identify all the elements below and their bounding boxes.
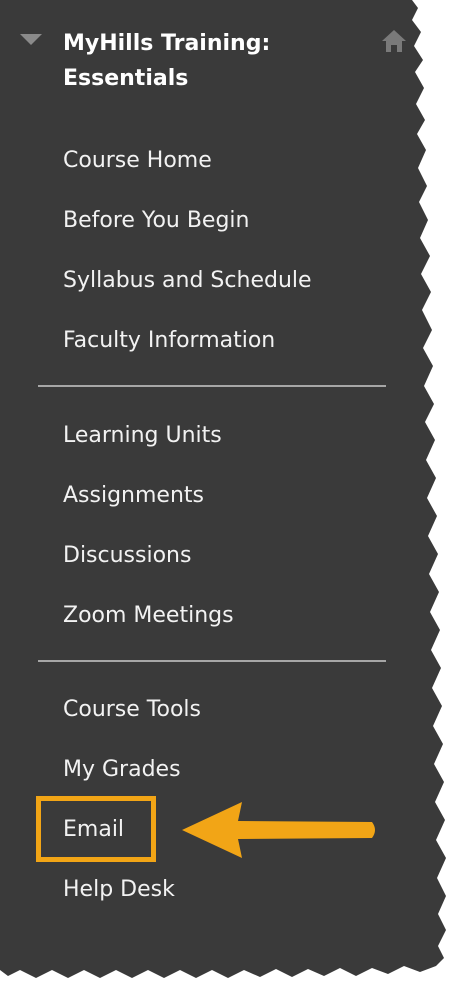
menu-item-faculty-information[interactable]: Faculty Information bbox=[63, 326, 275, 356]
course-header: MyHills Training: Essentials bbox=[0, 0, 420, 110]
menu-item-zoom-meetings[interactable]: Zoom Meetings bbox=[63, 601, 234, 631]
menu-item-my-grades[interactable]: My Grades bbox=[63, 755, 181, 785]
menu-divider bbox=[38, 385, 386, 387]
course-title[interactable]: MyHills Training: Essentials bbox=[63, 26, 363, 96]
menu-item-before-you-begin[interactable]: Before You Begin bbox=[63, 206, 249, 236]
home-icon[interactable] bbox=[380, 28, 408, 54]
menu-item-course-tools[interactable]: Course Tools bbox=[63, 695, 201, 725]
course-menu: MyHills Training: Essentials Course Home… bbox=[0, 0, 449, 981]
arrow-left-icon bbox=[182, 802, 375, 858]
triangle-down-icon[interactable] bbox=[20, 34, 42, 45]
menu-item-help-desk[interactable]: Help Desk bbox=[63, 875, 175, 905]
menu-item-discussions[interactable]: Discussions bbox=[63, 541, 191, 571]
menu-item-syllabus-and-schedule[interactable]: Syllabus and Schedule bbox=[63, 266, 312, 296]
menu-item-learning-units[interactable]: Learning Units bbox=[63, 421, 222, 451]
menu-item-assignments[interactable]: Assignments bbox=[63, 481, 204, 511]
menu-divider bbox=[38, 660, 386, 662]
menu-item-course-home[interactable]: Course Home bbox=[63, 146, 212, 176]
screenshot-stage: MyHills Training: Essentials Course Home… bbox=[0, 0, 449, 981]
email-highlight-box bbox=[36, 796, 156, 862]
